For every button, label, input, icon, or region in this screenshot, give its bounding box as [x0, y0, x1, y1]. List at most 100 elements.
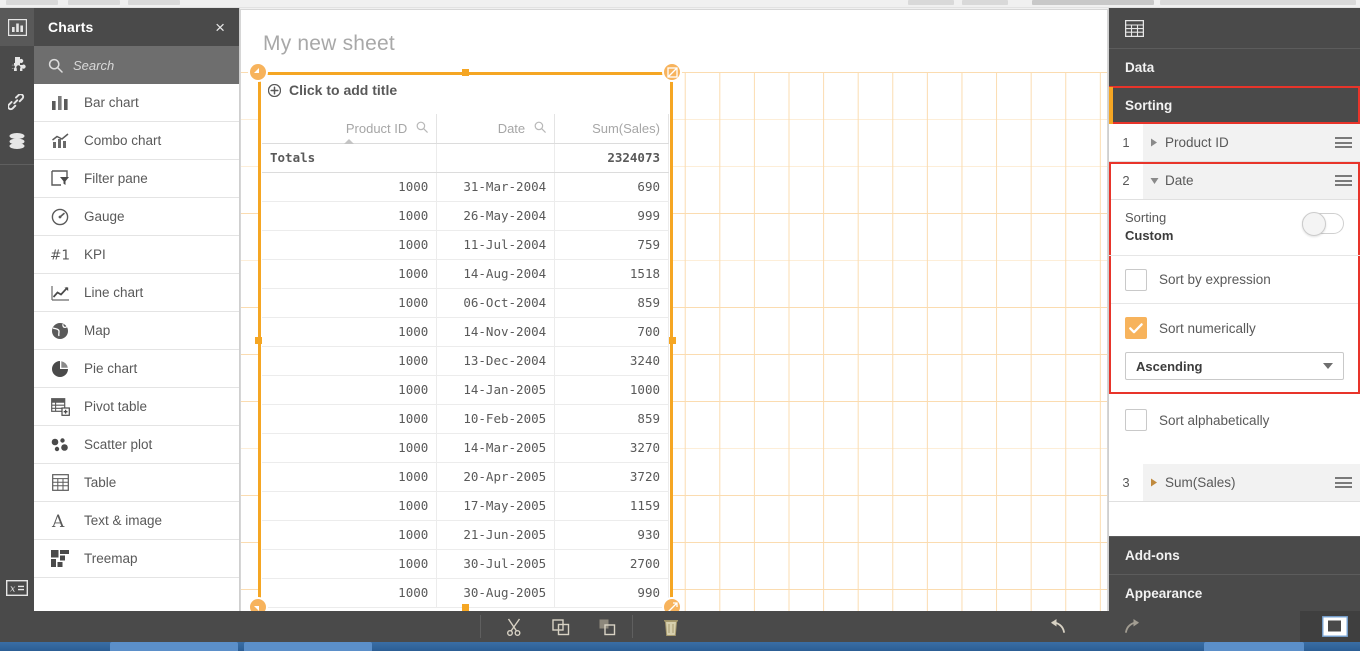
taskbar-item[interactable]: [244, 642, 372, 651]
sorting-item-date[interactable]: 2 Date: [1109, 162, 1360, 200]
table-row[interactable]: 1000 31-Mar-2004 690: [262, 172, 669, 202]
redo-button[interactable]: [1108, 611, 1154, 642]
table-row[interactable]: 1000 10-Feb-2005 859: [262, 404, 669, 434]
table-cell[interactable]: 3270: [554, 433, 669, 463]
selected-visualization[interactable]: Click to add title Product ID Date Sum(Sal…: [258, 72, 673, 617]
table-cell[interactable]: 1000: [262, 230, 438, 260]
extensions-rail-icon[interactable]: [0, 46, 34, 84]
properties-section-addons[interactable]: Add-ons: [1109, 536, 1360, 574]
sheet-title[interactable]: My new sheet: [241, 10, 1107, 56]
master-items-rail-icon[interactable]: [0, 84, 34, 122]
table-row[interactable]: 1000 06-Oct-2004 859: [262, 288, 669, 318]
table-cell[interactable]: 31-Mar-2004: [436, 172, 556, 202]
table-cell[interactable]: 14-Jan-2005: [436, 375, 556, 405]
table-cell[interactable]: 1000: [262, 259, 438, 289]
table-row[interactable]: 1000 21-Jun-2005 930: [262, 520, 669, 550]
chart-item-text-image[interactable]: A Text & image: [34, 502, 239, 540]
numeric-sort-order-select[interactable]: Ascending: [1125, 352, 1344, 380]
column-search-icon[interactable]: [416, 121, 429, 136]
sort-by-expression-row[interactable]: Sort by expression: [1109, 256, 1360, 304]
search-input[interactable]: [73, 57, 213, 73]
table-cell[interactable]: 1000: [262, 491, 438, 521]
table-cell[interactable]: 17-May-2005: [436, 491, 556, 521]
table-row[interactable]: 1000 17-May-2005 1159: [262, 491, 669, 521]
table-cell[interactable]: 3720: [554, 462, 669, 492]
chevron-down-icon[interactable]: [1143, 177, 1165, 185]
chart-item-gauge[interactable]: Gauge: [34, 198, 239, 236]
table-cell[interactable]: 1000: [262, 346, 438, 376]
taskbar-item[interactable]: [1204, 642, 1304, 651]
auto-custom-toggle[interactable]: [1302, 212, 1344, 236]
table-cell[interactable]: 3240: [554, 346, 669, 376]
table-cell[interactable]: 10-Feb-2005: [436, 404, 556, 434]
data-table[interactable]: Product ID Date Sum(Sales) Totals 2324073 10…: [262, 114, 669, 613]
properties-section-data[interactable]: Data: [1109, 48, 1360, 86]
column-header-date[interactable]: Date: [436, 114, 556, 144]
taskbar-item[interactable]: [110, 642, 238, 651]
table-cell[interactable]: 26-May-2004: [436, 201, 556, 231]
table-cell[interactable]: 14-Aug-2004: [436, 259, 556, 289]
table-cell[interactable]: 14-Mar-2005: [436, 433, 556, 463]
chart-item-pivot-table[interactable]: Pivot table: [34, 388, 239, 426]
resize-handle-right-middle[interactable]: [669, 337, 676, 344]
undo-button[interactable]: [1036, 611, 1082, 642]
drag-handle-icon[interactable]: [1326, 475, 1360, 491]
table-cell[interactable]: 1000: [262, 317, 438, 347]
table-row[interactable]: 1000 26-May-2004 999: [262, 201, 669, 231]
chart-item-treemap[interactable]: Treemap: [34, 540, 239, 578]
table-cell[interactable]: 690: [554, 172, 669, 202]
table-cell[interactable]: 1000: [554, 375, 669, 405]
chart-item-line-chart[interactable]: Line chart: [34, 274, 239, 312]
resize-handle-bottom-middle[interactable]: [462, 604, 469, 611]
sort-numerically-checkbox[interactable]: [1125, 317, 1147, 339]
delete-button[interactable]: [648, 611, 694, 642]
table-cell[interactable]: 20-Apr-2005: [436, 462, 556, 492]
table-cell[interactable]: 859: [554, 288, 669, 318]
table-cell[interactable]: 30-Jul-2005: [436, 549, 556, 579]
table-cell[interactable]: 1000: [262, 404, 438, 434]
resize-handle-top-middle[interactable]: [462, 69, 469, 76]
sort-alphabetically-checkbox[interactable]: [1125, 409, 1147, 431]
properties-section-sorting[interactable]: Sorting: [1109, 86, 1360, 124]
chart-item-pie-chart[interactable]: Pie chart: [34, 350, 239, 388]
table-cell[interactable]: 1000: [262, 549, 438, 579]
sorting-item-sum-sales[interactable]: 3 Sum(Sales): [1109, 464, 1360, 502]
cut-button[interactable]: [492, 611, 538, 642]
chart-item-combo-chart[interactable]: Combo chart: [34, 122, 239, 160]
properties-section-appearance[interactable]: Appearance: [1109, 574, 1360, 612]
table-cell[interactable]: 13-Dec-2004: [436, 346, 556, 376]
table-cell[interactable]: 1000: [262, 433, 438, 463]
table-cell[interactable]: 2700: [554, 549, 669, 579]
chart-item-scatter-plot[interactable]: Scatter plot: [34, 426, 239, 464]
add-title-button[interactable]: Click to add title: [268, 82, 397, 98]
table-row[interactable]: 1000 14-Aug-2004 1518: [262, 259, 669, 289]
chart-item-kpi[interactable]: #1 KPI: [34, 236, 239, 274]
table-row[interactable]: 1000 14-Nov-2004 700: [262, 317, 669, 347]
sort-by-expression-checkbox[interactable]: [1125, 268, 1147, 291]
resize-handle-top-left[interactable]: [248, 62, 268, 82]
column-search-icon[interactable]: [534, 121, 546, 136]
table-row[interactable]: 1000 20-Apr-2005 3720: [262, 462, 669, 492]
expression-rail-icon[interactable]: x: [0, 569, 34, 607]
chart-item-filter-pane[interactable]: Filter pane: [34, 160, 239, 198]
table-cell[interactable]: 1000: [262, 520, 438, 550]
table-cell[interactable]: 1000: [262, 172, 438, 202]
column-header-sum-sales[interactable]: Sum(Sales): [554, 114, 669, 144]
paste-button[interactable]: [584, 611, 630, 642]
chevron-right-icon[interactable]: [1143, 138, 1165, 147]
resize-handle-left-middle[interactable]: [255, 337, 262, 344]
table-cell[interactable]: 11-Jul-2004: [436, 230, 556, 260]
table-cell[interactable]: 14-Nov-2004: [436, 317, 556, 347]
table-cell[interactable]: 1000: [262, 375, 438, 405]
chevron-right-icon[interactable]: [1143, 478, 1165, 487]
table-cell[interactable]: 700: [554, 317, 669, 347]
chart-item-bar-chart[interactable]: Bar chart: [34, 84, 239, 122]
table-cell[interactable]: 990: [554, 578, 669, 608]
table-cell[interactable]: 859: [554, 404, 669, 434]
close-icon[interactable]: ×: [215, 19, 225, 36]
fields-rail-icon[interactable]: [0, 122, 34, 160]
table-row[interactable]: 1000 14-Jan-2005 1000: [262, 375, 669, 405]
table-cell[interactable]: 759: [554, 230, 669, 260]
table-cell[interactable]: 1000: [262, 288, 438, 318]
table-row[interactable]: 1000 11-Jul-2004 759: [262, 230, 669, 260]
